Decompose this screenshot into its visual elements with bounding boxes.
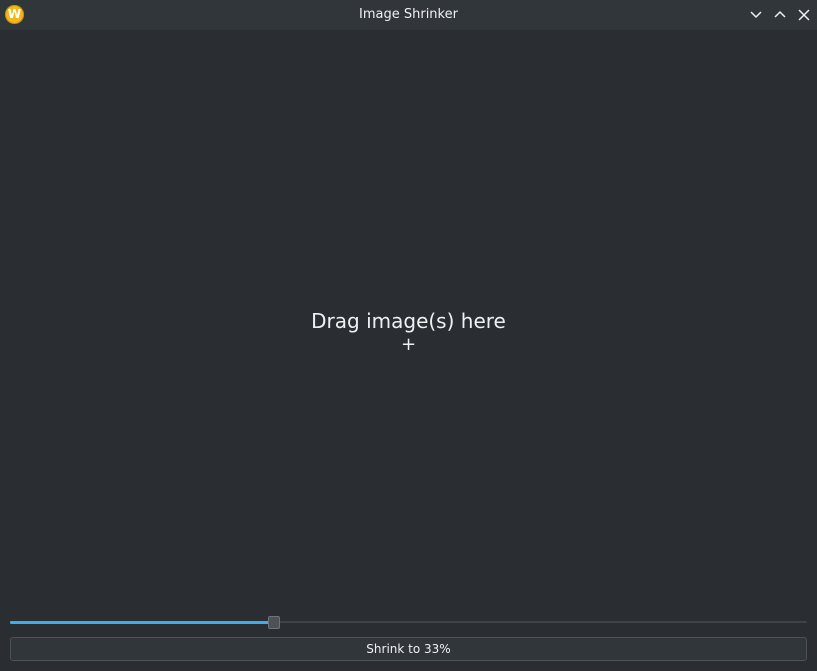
app-window: W Image Shrinker Drag image(s) here + Sh…: [0, 0, 817, 671]
maximize-button[interactable]: [772, 7, 788, 23]
chevron-down-icon: [750, 11, 762, 19]
shrink-button[interactable]: Shrink to 33%: [10, 637, 807, 661]
bottom-edge: [0, 667, 817, 671]
close-button[interactable]: [796, 7, 812, 23]
close-icon: [798, 9, 810, 21]
slider-fill: [10, 621, 273, 624]
shrink-percentage-slider[interactable]: [10, 613, 807, 631]
main-content: Drag image(s) here + Shrink to 33%: [0, 30, 817, 671]
image-drop-zone[interactable]: Drag image(s) here +: [0, 30, 817, 610]
minimize-button[interactable]: [748, 7, 764, 23]
title-bar[interactable]: W Image Shrinker: [0, 0, 817, 30]
plus-icon: +: [400, 334, 417, 355]
slider-handle[interactable]: [268, 616, 280, 629]
chevron-up-icon: [774, 10, 786, 18]
window-title: Image Shrinker: [359, 7, 458, 22]
drop-zone-label: Drag image(s) here: [311, 309, 506, 333]
